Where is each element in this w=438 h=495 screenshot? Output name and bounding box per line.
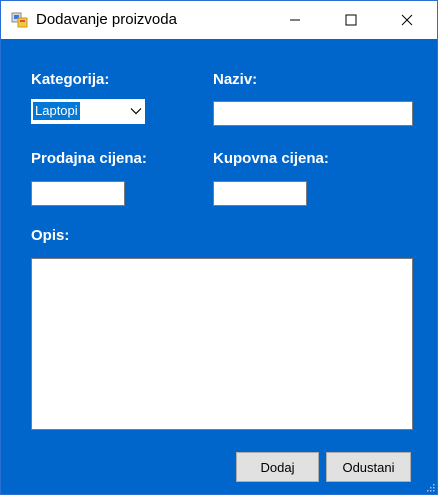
- kupovna-cijena-label: Kupovna cijena:: [213, 150, 329, 167]
- window-title: Dodavanje proizvoda: [36, 11, 177, 28]
- kategorija-label: Kategorija:: [31, 71, 110, 88]
- kategorija-combobox[interactable]: Laptopi: [31, 99, 145, 124]
- maximize-icon: [345, 14, 357, 26]
- form-body: Kategorija: Laptopi Naziv: Prodajna cije…: [1, 39, 437, 494]
- opis-label: Opis:: [31, 227, 70, 244]
- app-icon: [11, 12, 28, 28]
- title-bar[interactable]: Dodavanje proizvoda: [1, 1, 437, 39]
- close-icon: [401, 14, 413, 26]
- resize-grip-icon[interactable]: [425, 482, 435, 492]
- minimize-icon: [290, 19, 300, 21]
- close-button[interactable]: [379, 1, 435, 39]
- kategorija-selected-value: Laptopi: [32, 101, 81, 121]
- minimize-button[interactable]: [267, 1, 323, 39]
- opis-textarea[interactable]: [31, 258, 413, 430]
- chevron-down-icon: [130, 108, 142, 115]
- prodajna-cijena-input[interactable]: [31, 181, 125, 206]
- prodajna-cijena-label: Prodajna cijena:: [31, 150, 147, 167]
- naziv-input[interactable]: [213, 101, 413, 126]
- odustani-button[interactable]: Odustani: [326, 452, 411, 482]
- dodaj-button[interactable]: Dodaj: [236, 452, 319, 482]
- maximize-button[interactable]: [323, 1, 379, 39]
- kupovna-cijena-input[interactable]: [213, 181, 307, 206]
- naziv-label: Naziv:: [213, 71, 258, 88]
- dialog-window: Dodavanje proizvoda Kategorija: Laptopi: [0, 0, 438, 495]
